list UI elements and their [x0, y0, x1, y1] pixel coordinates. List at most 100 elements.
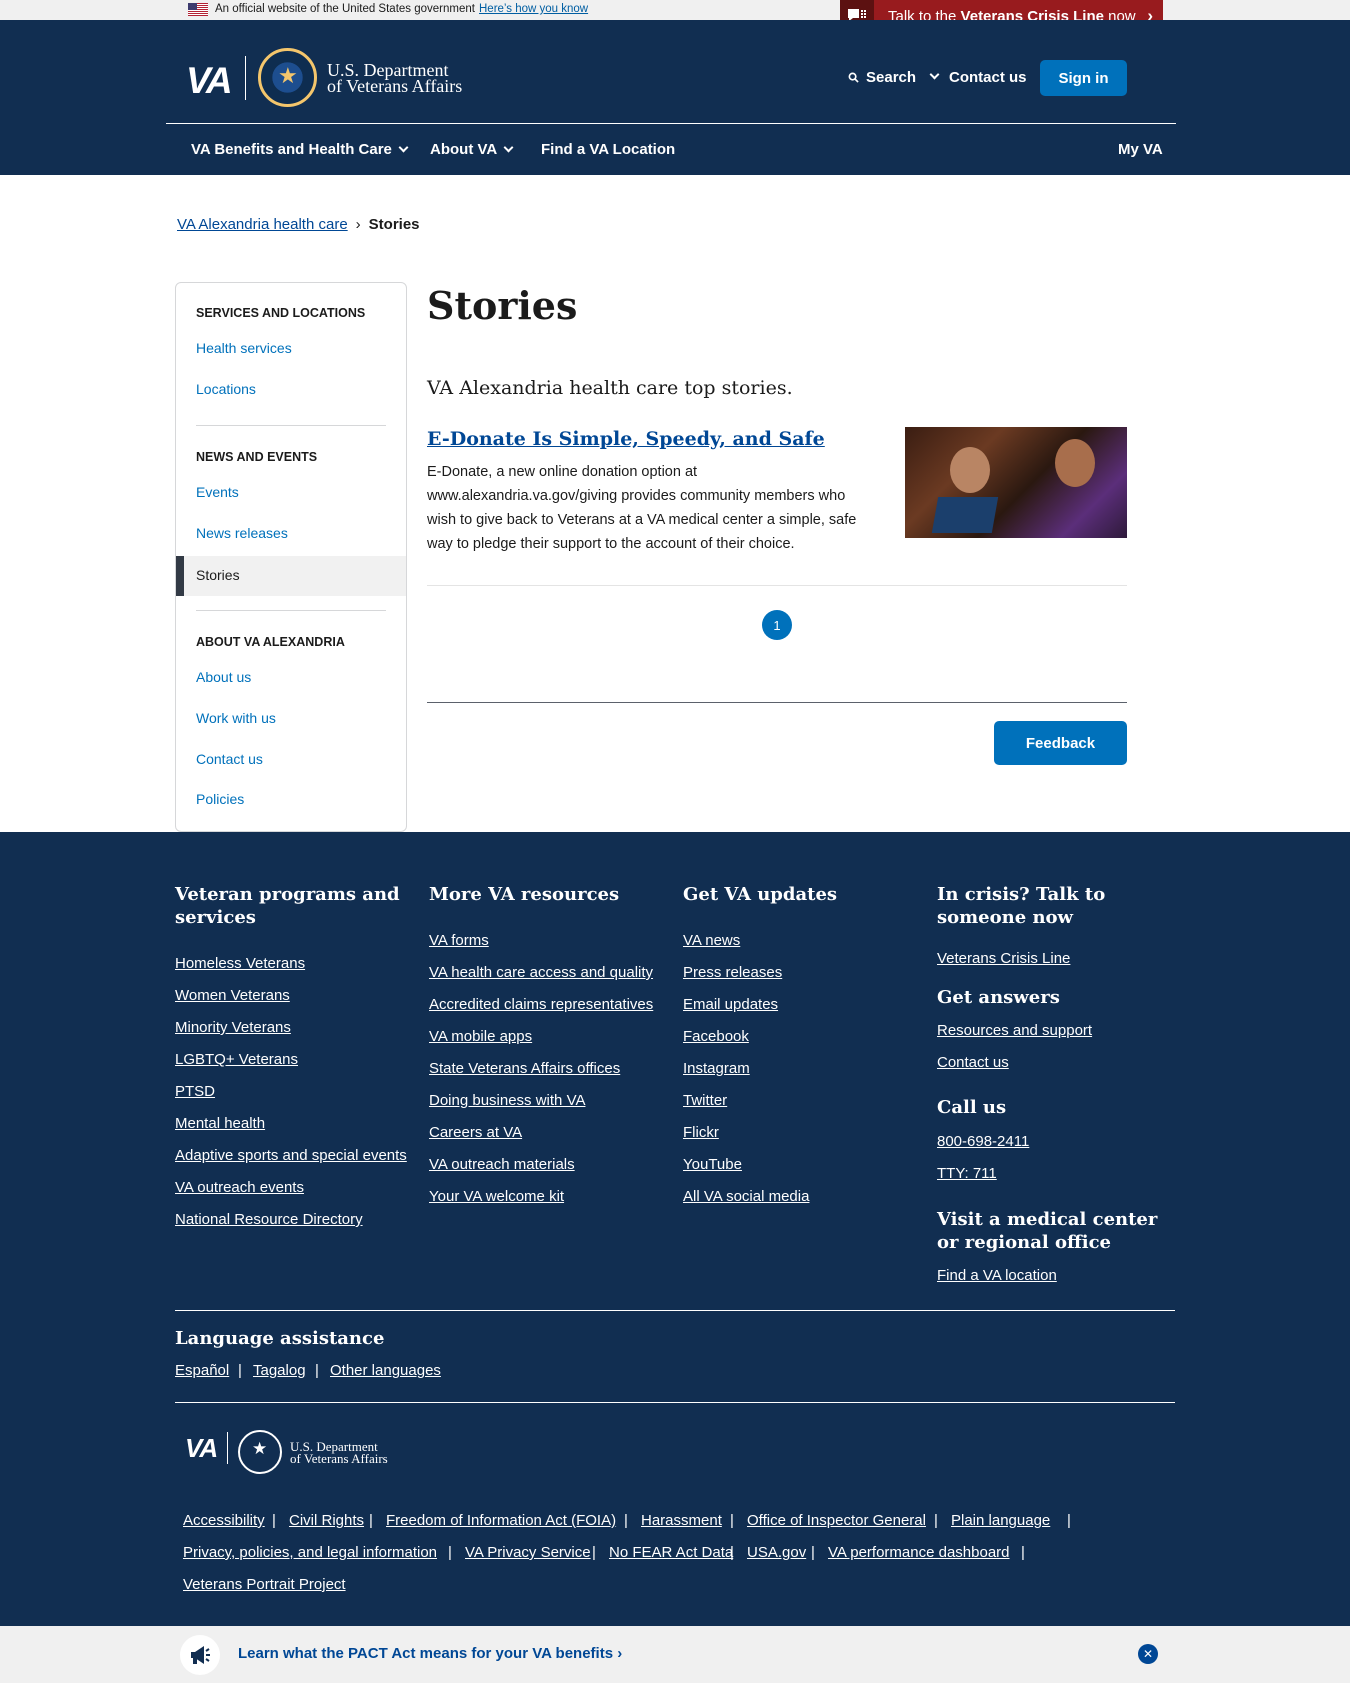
- footer-legal-link[interactable]: Veterans Portrait Project: [183, 1576, 346, 1593]
- footer-link[interactable]: Doing business with VA: [429, 1092, 585, 1109]
- footer-legal-link[interactable]: Civil Rights: [289, 1512, 364, 1529]
- language-other-link[interactable]: Other languages: [330, 1362, 441, 1379]
- nav-about-va[interactable]: About VA: [430, 141, 514, 158]
- sidebar-nav: Services and locations Health services L…: [175, 282, 407, 832]
- nav-my-va[interactable]: My VA: [1118, 141, 1163, 158]
- footer-legal-link[interactable]: Office of Inspector General: [747, 1512, 926, 1529]
- department-name: U.S. Department of Veterans Affairs: [327, 60, 463, 96]
- footer-legal-link[interactable]: VA Privacy Service: [465, 1544, 591, 1561]
- footer-tty-link[interactable]: TTY: 711: [937, 1165, 997, 1182]
- va-seal-icon: [238, 1430, 282, 1474]
- separator: |: [369, 1512, 373, 1529]
- sidebar-heading-about: About VA Alexandria: [196, 635, 345, 649]
- footer-link[interactable]: VA health care access and quality: [429, 964, 653, 981]
- pact-act-link[interactable]: Learn what the PACT Act means for your V…: [238, 1645, 622, 1662]
- sign-in-button[interactable]: Sign in: [1040, 60, 1127, 96]
- breadcrumb-parent-link[interactable]: VA Alexandria health care: [177, 216, 348, 233]
- footer-legal-link[interactable]: Accessibility: [183, 1512, 265, 1529]
- footer-legal-link[interactable]: Plain language: [951, 1512, 1050, 1529]
- sidebar-item-stories[interactable]: Stories: [176, 556, 406, 596]
- footer-link[interactable]: Mental health: [175, 1115, 265, 1132]
- footer-link[interactable]: VA forms: [429, 932, 489, 949]
- sidebar-divider: [196, 425, 386, 426]
- pagination-page-1[interactable]: 1: [762, 610, 792, 640]
- footer-link[interactable]: Instagram: [683, 1060, 750, 1077]
- footer-legal-link[interactable]: USA.gov: [747, 1544, 806, 1561]
- story-divider: [427, 585, 1127, 586]
- footer-divider: [175, 1310, 1175, 1311]
- footer-legal-link[interactable]: No FEAR Act Data: [609, 1544, 733, 1561]
- footer-link[interactable]: Minority Veterans: [175, 1019, 291, 1036]
- footer-heading-call: Call us: [937, 1097, 1007, 1118]
- pact-act-banner: Learn what the PACT Act means for your V…: [0, 1626, 1350, 1683]
- footer-link[interactable]: Homeless Veterans: [175, 955, 305, 972]
- footer-department-name: U.S. Department of Veterans Affairs: [290, 1439, 388, 1466]
- footer-resources-support-link[interactable]: Resources and support: [937, 1022, 1092, 1039]
- footer-link[interactable]: Facebook: [683, 1028, 749, 1045]
- sidebar-item-news-releases[interactable]: News releases: [196, 525, 288, 541]
- contact-us-link[interactable]: Contact us: [949, 69, 1027, 86]
- footer-legal-link[interactable]: VA performance dashboard: [828, 1544, 1010, 1561]
- footer-link[interactable]: All VA social media: [683, 1188, 809, 1205]
- sidebar-divider: [196, 610, 386, 611]
- footer-link[interactable]: State Veterans Affairs offices: [429, 1060, 620, 1077]
- footer-va-logo[interactable]: VA: [185, 1433, 218, 1464]
- footer-link[interactable]: VA news: [683, 932, 740, 949]
- chevron-down-icon: [398, 142, 409, 153]
- footer-link[interactable]: Accredited claims representatives: [429, 996, 653, 1013]
- va-logo[interactable]: VA: [186, 60, 233, 102]
- heres-how-you-know-link[interactable]: Here’s how you know: [479, 3, 588, 15]
- breadcrumb-current: Stories: [368, 216, 420, 233]
- separator: |: [238, 1362, 242, 1379]
- story-image[interactable]: [905, 427, 1127, 538]
- footer-contact-us-link[interactable]: Contact us: [937, 1054, 1009, 1071]
- logo-divider: [245, 56, 246, 100]
- footer-link[interactable]: Email updates: [683, 996, 778, 1013]
- footer-link[interactable]: YouTube: [683, 1156, 742, 1173]
- footer-link[interactable]: Women Veterans: [175, 987, 290, 1004]
- language-tagalog-link[interactable]: Tagalog: [253, 1362, 306, 1379]
- sidebar-item-health-services[interactable]: Health services: [196, 340, 292, 356]
- footer-link[interactable]: VA outreach events: [175, 1179, 304, 1196]
- footer-link[interactable]: LGBTQ+ Veterans: [175, 1051, 298, 1068]
- va-seal-icon: [258, 48, 317, 107]
- separator: |: [624, 1512, 628, 1529]
- footer-link[interactable]: National Resource Directory: [175, 1211, 363, 1228]
- footer-legal-link[interactable]: Harassment: [641, 1512, 722, 1529]
- footer-legal-link[interactable]: Privacy, policies, and legal information: [183, 1544, 437, 1561]
- footer-link[interactable]: PTSD: [175, 1083, 215, 1100]
- footer-heading-language: Language assistance: [175, 1328, 385, 1349]
- close-icon[interactable]: ✕: [1138, 1644, 1158, 1664]
- content-divider: [427, 702, 1127, 703]
- footer-link[interactable]: Adaptive sports and special events: [175, 1147, 407, 1164]
- footer-veterans-crisis-line-link[interactable]: Veterans Crisis Line: [937, 950, 1070, 967]
- language-espanol-link[interactable]: Español: [175, 1362, 229, 1379]
- sidebar-item-about-us[interactable]: About us: [196, 669, 251, 685]
- nav-find-va-location[interactable]: Find a VA Location: [541, 141, 675, 158]
- sidebar-item-work-with-us[interactable]: Work with us: [196, 710, 276, 726]
- footer-link[interactable]: Press releases: [683, 964, 782, 981]
- sidebar-item-contact-us[interactable]: Contact us: [196, 751, 263, 767]
- footer-link[interactable]: Twitter: [683, 1092, 727, 1109]
- footer-phone-link[interactable]: 800-698-2411: [937, 1133, 1029, 1150]
- feedback-button[interactable]: Feedback: [994, 721, 1127, 765]
- footer-link[interactable]: Flickr: [683, 1124, 719, 1141]
- footer-link[interactable]: Careers at VA: [429, 1124, 522, 1141]
- footer-link[interactable]: VA mobile apps: [429, 1028, 532, 1045]
- us-flag-icon: [188, 3, 208, 16]
- sidebar-item-locations[interactable]: Locations: [196, 381, 256, 397]
- footer-heading-answers: Get answers: [937, 987, 1060, 1008]
- sidebar-item-policies[interactable]: Policies: [196, 791, 244, 807]
- footer-link[interactable]: Your VA welcome kit: [429, 1188, 564, 1205]
- separator: |: [448, 1544, 452, 1561]
- footer-link[interactable]: VA outreach materials: [429, 1156, 575, 1173]
- story-title-link[interactable]: E-Donate Is Simple, Speedy, and Safe: [427, 428, 825, 450]
- footer-legal-link[interactable]: Freedom of Information Act (FOIA): [386, 1512, 616, 1529]
- logo-divider: [227, 1432, 228, 1464]
- nav-benefits-health-care[interactable]: VA Benefits and Health Care: [191, 141, 409, 158]
- footer-find-location-link[interactable]: Find a VA location: [937, 1267, 1057, 1284]
- sidebar-item-events[interactable]: Events: [196, 484, 239, 500]
- chevron-down-icon: [929, 69, 940, 80]
- search-button[interactable]: Search: [848, 69, 940, 86]
- separator: |: [272, 1512, 276, 1529]
